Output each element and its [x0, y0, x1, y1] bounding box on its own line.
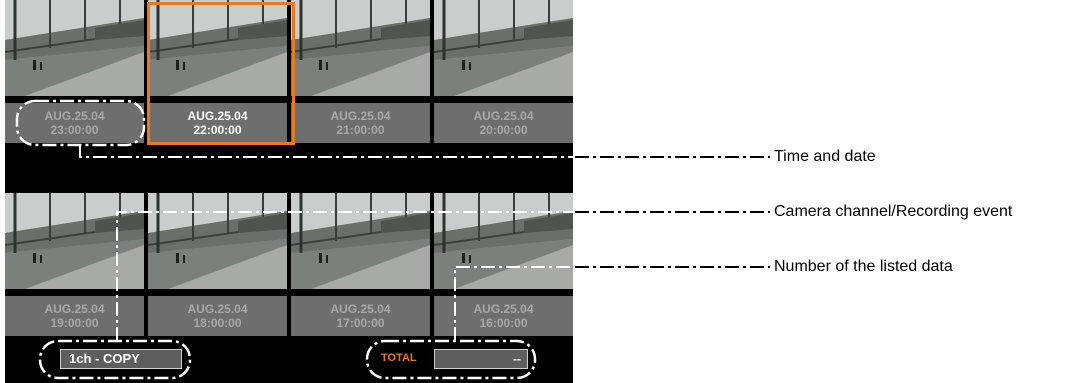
callout-lines	[15, 99, 770, 380]
callout-channel-event: Camera channel/Recording event	[774, 203, 1013, 220]
callout-time-date: Time and date	[774, 148, 876, 165]
channel-highlight	[38, 339, 192, 380]
leader-time-date	[79, 145, 575, 158]
time-date-highlight	[15, 99, 146, 147]
callout-listed-count: Number of the listed data	[774, 258, 953, 275]
leader-total	[454, 266, 575, 341]
total-highlight	[365, 339, 537, 380]
leader-channel	[116, 211, 575, 341]
